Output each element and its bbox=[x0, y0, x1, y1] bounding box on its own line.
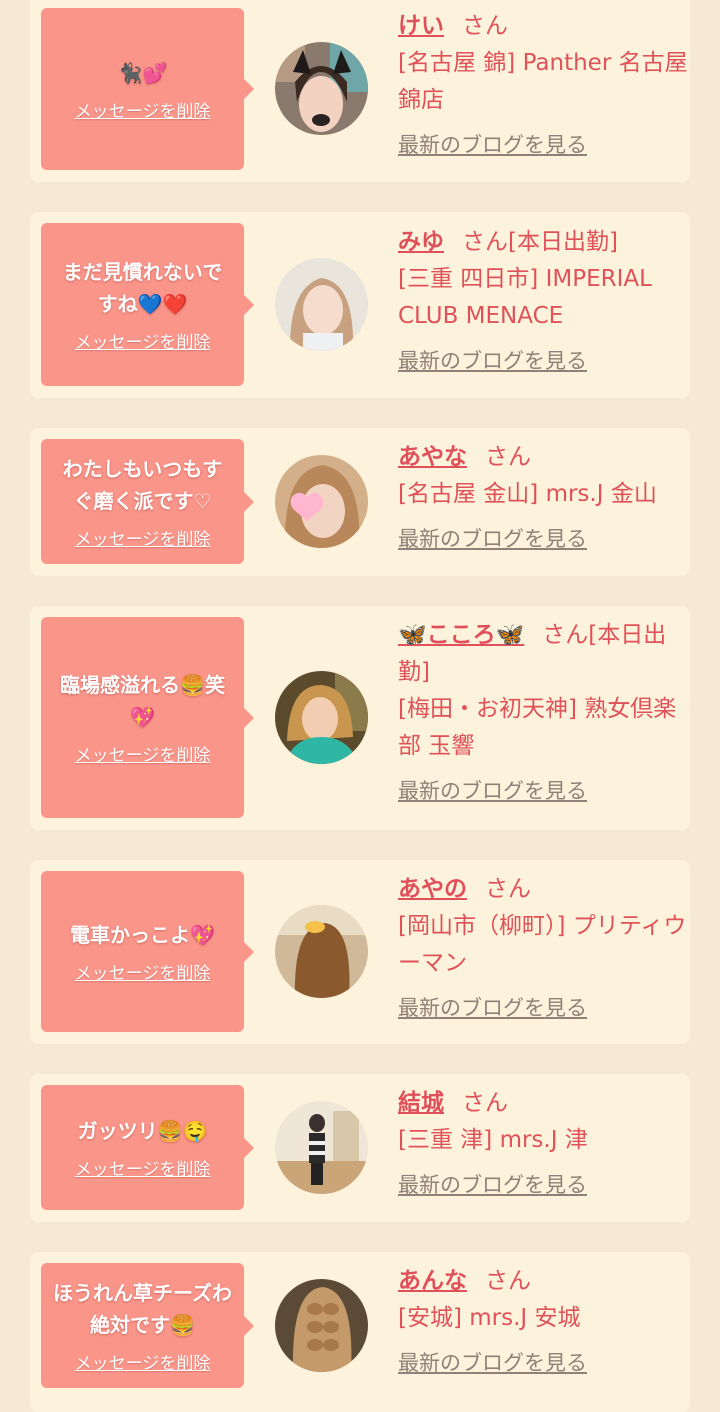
favorite-card: まだ見慣れないですね💙❤️ メッセージを削除 みゆ さん[本日出勤] [三重 四日… bbox=[30, 212, 690, 398]
shop-label: [名古屋 金山] mrs.J 金山 bbox=[398, 481, 657, 507]
favorite-card: わたしもいつもすぐ磨く派です♡ メッセージを削除 あやな さん [名古屋 金山] … bbox=[30, 428, 690, 576]
honorific-label: さん bbox=[485, 876, 531, 902]
honorific-label: さん bbox=[485, 444, 531, 470]
message-text: 電車かっこよ💖 bbox=[70, 923, 215, 947]
cast-name-link[interactable]: あんな bbox=[398, 1268, 467, 1294]
cast-info: あやな さん [名古屋 金山] mrs.J 金山 最新のブログを見る bbox=[398, 439, 688, 553]
message-text: わたしもいつもすぐ磨く派です♡ bbox=[62, 457, 223, 513]
message-text: まだ見慣れないですね💙❤️ bbox=[62, 260, 223, 316]
cast-info: けい さん [名古屋 錦] Panther 名古屋錦店 最新のブログを見る bbox=[398, 8, 688, 159]
message-text: 🐈‍⬛💕 bbox=[117, 60, 168, 85]
avatar[interactable] bbox=[275, 671, 368, 764]
avatar[interactable] bbox=[275, 1279, 368, 1372]
delete-message-link[interactable]: メッセージを削除 bbox=[75, 959, 211, 984]
message-text: 臨場感溢れる🍔笑💖 bbox=[60, 673, 225, 729]
shop-label: [岡山市（柳町）] プリティウーマン bbox=[398, 913, 687, 976]
message-text: ガッツリ🍔🤤 bbox=[77, 1119, 208, 1143]
latest-blog-link[interactable]: 最新のブログを見る bbox=[398, 523, 587, 553]
message-bubble: まだ見慣れないですね💙❤️ メッセージを削除 bbox=[41, 223, 254, 386]
cast-name-link[interactable]: 結城 bbox=[398, 1090, 444, 1116]
delete-message-link[interactable]: メッセージを削除 bbox=[75, 741, 211, 766]
favorite-card: 臨場感溢れる🍔笑💖 メッセージを削除 🦋こころ🦋 さん[本日出勤] [梅田・お初天… bbox=[30, 606, 690, 830]
avatar[interactable] bbox=[275, 905, 368, 998]
shop-label: [三重 津] mrs.J 津 bbox=[398, 1127, 588, 1153]
shop-label: [名古屋 錦] Panther 名古屋錦店 bbox=[398, 50, 688, 113]
shop-label: [安城] mrs.J 安城 bbox=[398, 1305, 581, 1331]
latest-blog-link[interactable]: 最新のブログを見る bbox=[398, 1347, 587, 1377]
delete-message-link[interactable]: メッセージを削除 bbox=[75, 97, 211, 122]
delete-message-link[interactable]: メッセージを削除 bbox=[75, 328, 211, 353]
cast-name-link[interactable]: けい bbox=[398, 13, 444, 39]
delete-message-link[interactable]: メッセージを削除 bbox=[75, 1155, 211, 1180]
message-bubble: 電車かっこよ💖 メッセージを削除 bbox=[41, 871, 254, 1032]
avatar[interactable] bbox=[275, 455, 368, 548]
message-bubble: ガッツリ🍔🤤 メッセージを削除 bbox=[41, 1085, 254, 1210]
latest-blog-link[interactable]: 最新のブログを見る bbox=[398, 992, 587, 1022]
delete-message-link[interactable]: メッセージを削除 bbox=[75, 1349, 211, 1374]
cast-info: あやの さん [岡山市（柳町）] プリティウーマン 最新のブログを見る bbox=[398, 871, 688, 1022]
cast-name-link[interactable]: 🦋こころ🦋 bbox=[398, 622, 524, 648]
delete-message-link[interactable]: メッセージを削除 bbox=[75, 525, 211, 550]
honorific-label: さん[本日出勤] bbox=[462, 229, 618, 255]
avatar[interactable] bbox=[275, 42, 368, 135]
latest-blog-link[interactable]: 最新のブログを見る bbox=[398, 345, 587, 375]
honorific-label: さん bbox=[462, 13, 508, 39]
message-bubble: 臨場感溢れる🍔笑💖 メッセージを削除 bbox=[41, 617, 254, 818]
message-bubble: 🐈‍⬛💕 メッセージを削除 bbox=[41, 8, 254, 170]
honorific-label: さん bbox=[485, 1268, 531, 1294]
shop-label: [梅田・お初天神] 熟女倶楽部 玉響 bbox=[398, 696, 677, 759]
favorite-card: ほうれん草チーズわ絶対です🍔 メッセージを削除 あんな さん [安城] mrs.J… bbox=[30, 1252, 690, 1412]
latest-blog-link[interactable]: 最新のブログを見る bbox=[398, 1169, 587, 1199]
latest-blog-link[interactable]: 最新のブログを見る bbox=[398, 775, 587, 805]
favorite-card: ガッツリ🍔🤤 メッセージを削除 結城 さん [三重 津] mrs.J 津 最新のブ… bbox=[30, 1074, 690, 1222]
cast-name-link[interactable]: みゆ bbox=[398, 229, 444, 255]
cast-info: あんな さん [安城] mrs.J 安城 最新のブログを見る bbox=[398, 1263, 688, 1377]
avatar[interactable] bbox=[275, 258, 368, 351]
honorific-label: さん bbox=[462, 1090, 508, 1116]
favorite-card: 🐈‍⬛💕 メッセージを削除 けい さん [名古屋 錦] Panther 名古屋錦店… bbox=[30, 0, 690, 182]
cast-info: みゆ さん[本日出勤] [三重 四日市] IMPERIAL CLUB MENACE… bbox=[398, 224, 688, 375]
avatar[interactable] bbox=[275, 1101, 368, 1194]
message-bubble: ほうれん草チーズわ絶対です🍔 メッセージを削除 bbox=[41, 1263, 254, 1388]
message-text: ほうれん草チーズわ絶対です🍔 bbox=[53, 1281, 232, 1337]
cast-info: 🦋こころ🦋 さん[本日出勤] [梅田・お初天神] 熟女倶楽部 玉響 最新のブログを… bbox=[398, 617, 688, 805]
cast-info: 結城 さん [三重 津] mrs.J 津 最新のブログを見る bbox=[398, 1085, 688, 1199]
shop-label: [三重 四日市] IMPERIAL CLUB MENACE bbox=[398, 266, 652, 329]
cast-name-link[interactable]: あやな bbox=[398, 444, 467, 470]
cast-name-link[interactable]: あやの bbox=[398, 876, 467, 902]
message-bubble: わたしもいつもすぐ磨く派です♡ メッセージを削除 bbox=[41, 439, 254, 564]
favorite-card: 電車かっこよ💖 メッセージを削除 あやの さん [岡山市（柳町）] プリティウーマ… bbox=[30, 860, 690, 1044]
latest-blog-link[interactable]: 最新のブログを見る bbox=[398, 129, 587, 159]
